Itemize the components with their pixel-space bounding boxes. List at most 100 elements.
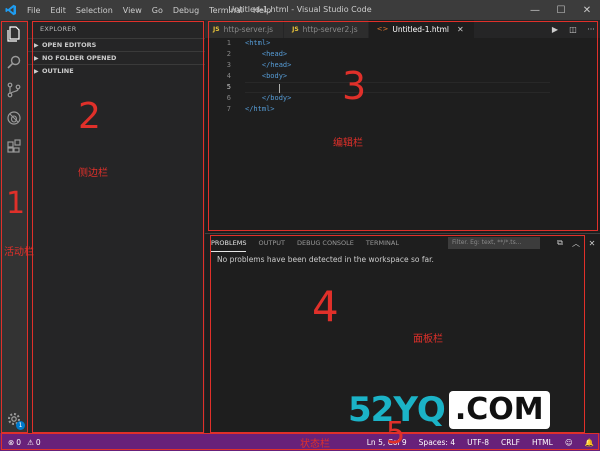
code-content[interactable]: <html> <head> </head> <body> </body> </h… [245, 38, 600, 115]
watermark-text: 52YQ [348, 390, 446, 430]
extensions-icon[interactable] [0, 132, 28, 160]
line-ending[interactable]: CRLF [501, 438, 520, 447]
section-open-editors[interactable]: ▶ OPEN EDITORS [28, 38, 205, 51]
code-line: <body> [245, 72, 288, 80]
line-number: 7 [226, 105, 231, 113]
language-mode[interactable]: HTML [532, 438, 553, 447]
annotation-number-1: 1 [6, 186, 26, 221]
maximize-button[interactable]: ☐ [548, 0, 574, 20]
annotation-label-status: 状态栏 [300, 439, 330, 450]
code-line: <html> [245, 39, 271, 47]
minimize-button[interactable]: — [522, 0, 548, 20]
annotation-number-4: 4 [312, 282, 339, 331]
tab-problems[interactable]: PROBLEMS [211, 234, 247, 252]
editor-tabs: JS http-server.js JS http-server2.js <> … [205, 20, 600, 38]
window-controls: — ☐ ✕ [522, 0, 600, 20]
panel-actions: ⧉ ︿ ✕ [552, 234, 600, 252]
menu-terminal[interactable]: Terminal [204, 6, 248, 15]
problems-status[interactable]: ⊗ 0 ⚠ 0 [0, 438, 47, 447]
tab-label: Untitled-1.html [392, 24, 450, 34]
close-window-button[interactable]: ✕ [574, 0, 600, 20]
activity-bar: 1 [0, 20, 28, 433]
debug-icon[interactable] [0, 104, 28, 132]
annotation-label-sidebar: 侧边栏 [78, 168, 108, 179]
close-panel-icon[interactable]: ✕ [584, 239, 600, 248]
js-file-icon: JS [213, 25, 220, 33]
menu-selection[interactable]: Selection [71, 6, 118, 15]
code-line: <head> [245, 50, 288, 58]
run-icon[interactable]: ▶ [546, 25, 564, 34]
watermark-logo: 52YQ .COM [348, 388, 550, 432]
sidebar-title: EXPLORER [40, 25, 77, 33]
maximize-panel-icon[interactable]: ︿ [568, 238, 584, 249]
code-line: </body> [245, 94, 292, 102]
menu-debug[interactable]: Debug [168, 6, 204, 15]
text-cursor [278, 83, 280, 93]
js-file-icon: JS [292, 25, 299, 33]
problems-filter-input[interactable]: Filter. Eg: text, **/*.ts... [448, 237, 540, 249]
menu-bar: File Edit Selection View Go Debug Termin… [22, 0, 276, 20]
line-number: 2 [226, 50, 231, 58]
line-number: 4 [226, 72, 231, 80]
files-icon[interactable] [0, 20, 28, 48]
section-label: OUTLINE [42, 66, 74, 75]
error-count: 0 [16, 437, 22, 447]
line-number: 6 [226, 94, 231, 102]
menu-view[interactable]: View [118, 6, 147, 15]
tab-output[interactable]: OUTPUT [258, 234, 285, 252]
chevron-right-icon: ▶ [34, 67, 39, 75]
vscode-logo-icon [0, 0, 22, 20]
collapse-all-icon[interactable]: ⧉ [552, 238, 568, 248]
section-outline[interactable]: ▶ OUTLINE [28, 64, 205, 77]
settings-gear-icon[interactable]: 1 [0, 405, 28, 433]
code-editor[interactable]: 1 2 3 4 5 6 7 <html> <head> </head> <bod… [205, 38, 600, 233]
encoding[interactable]: UTF-8 [467, 438, 489, 447]
menu-go[interactable]: Go [147, 6, 168, 15]
editor-actions: ▶ ◫ ··· [546, 20, 600, 38]
source-control-icon[interactable] [0, 76, 28, 104]
watermark-domain: .COM [448, 391, 550, 429]
annotation-label-activity: 活动栏 [4, 247, 34, 258]
annotation-label-panel: 面板栏 [413, 334, 443, 345]
close-tab-icon[interactable]: ✕ [457, 25, 464, 34]
section-label: NO FOLDER OPENED [42, 53, 117, 62]
indentation[interactable]: Spaces: 4 [419, 438, 455, 447]
settings-badge: 1 [16, 421, 25, 430]
error-icon: ⊗ [8, 437, 15, 447]
more-actions-icon[interactable]: ··· [582, 25, 600, 34]
section-no-folder[interactable]: ▶ NO FOLDER OPENED [28, 51, 205, 64]
sidebar: EXPLORER ▶ OPEN EDITORS ▶ NO FOLDER OPEN… [28, 20, 205, 433]
warning-icon: ⚠ [27, 437, 34, 447]
menu-help[interactable]: Help [248, 6, 276, 15]
code-line-current [245, 82, 550, 93]
annotation-label-editor: 编辑栏 [333, 138, 363, 149]
warning-count: 0 [35, 437, 41, 447]
chevron-right-icon: ▶ [34, 41, 39, 49]
tab-terminal[interactable]: TERMINAL [366, 234, 399, 252]
tab-untitled-1[interactable]: <> Untitled-1.html ✕ [368, 20, 475, 38]
menu-edit[interactable]: Edit [45, 6, 71, 15]
code-line: </head> [245, 61, 292, 69]
code-line: </html> [245, 105, 275, 113]
line-number-gutter: 1 2 3 4 5 6 7 [205, 38, 237, 115]
title-bar: File Edit Selection View Go Debug Termin… [0, 0, 600, 20]
panel-tabs: PROBLEMS OUTPUT DEBUG CONSOLE TERMINAL [205, 234, 600, 252]
line-number: 5 [226, 83, 231, 91]
tab-debug-console[interactable]: DEBUG CONSOLE [297, 234, 354, 252]
tab-label: http-server.js [223, 24, 274, 34]
annotation-number-3: 3 [342, 64, 367, 108]
menu-file[interactable]: File [22, 6, 45, 15]
split-editor-icon[interactable]: ◫ [564, 25, 582, 34]
search-icon[interactable] [0, 48, 28, 76]
line-number: 3 [226, 61, 231, 69]
notifications-bell-icon[interactable]: 🔔 [585, 438, 594, 447]
tab-http-server[interactable]: JS http-server.js [205, 20, 285, 38]
line-number: 1 [226, 39, 231, 47]
tab-http-server2[interactable]: JS http-server2.js [284, 20, 369, 38]
feedback-smiley-icon[interactable]: ☺ [565, 438, 573, 447]
html-file-icon: <> [376, 25, 389, 33]
chevron-right-icon: ▶ [34, 54, 39, 62]
tab-label: http-server2.js [302, 24, 358, 34]
section-label: OPEN EDITORS [42, 40, 97, 49]
problems-message: No problems have been detected in the wo… [217, 255, 434, 264]
